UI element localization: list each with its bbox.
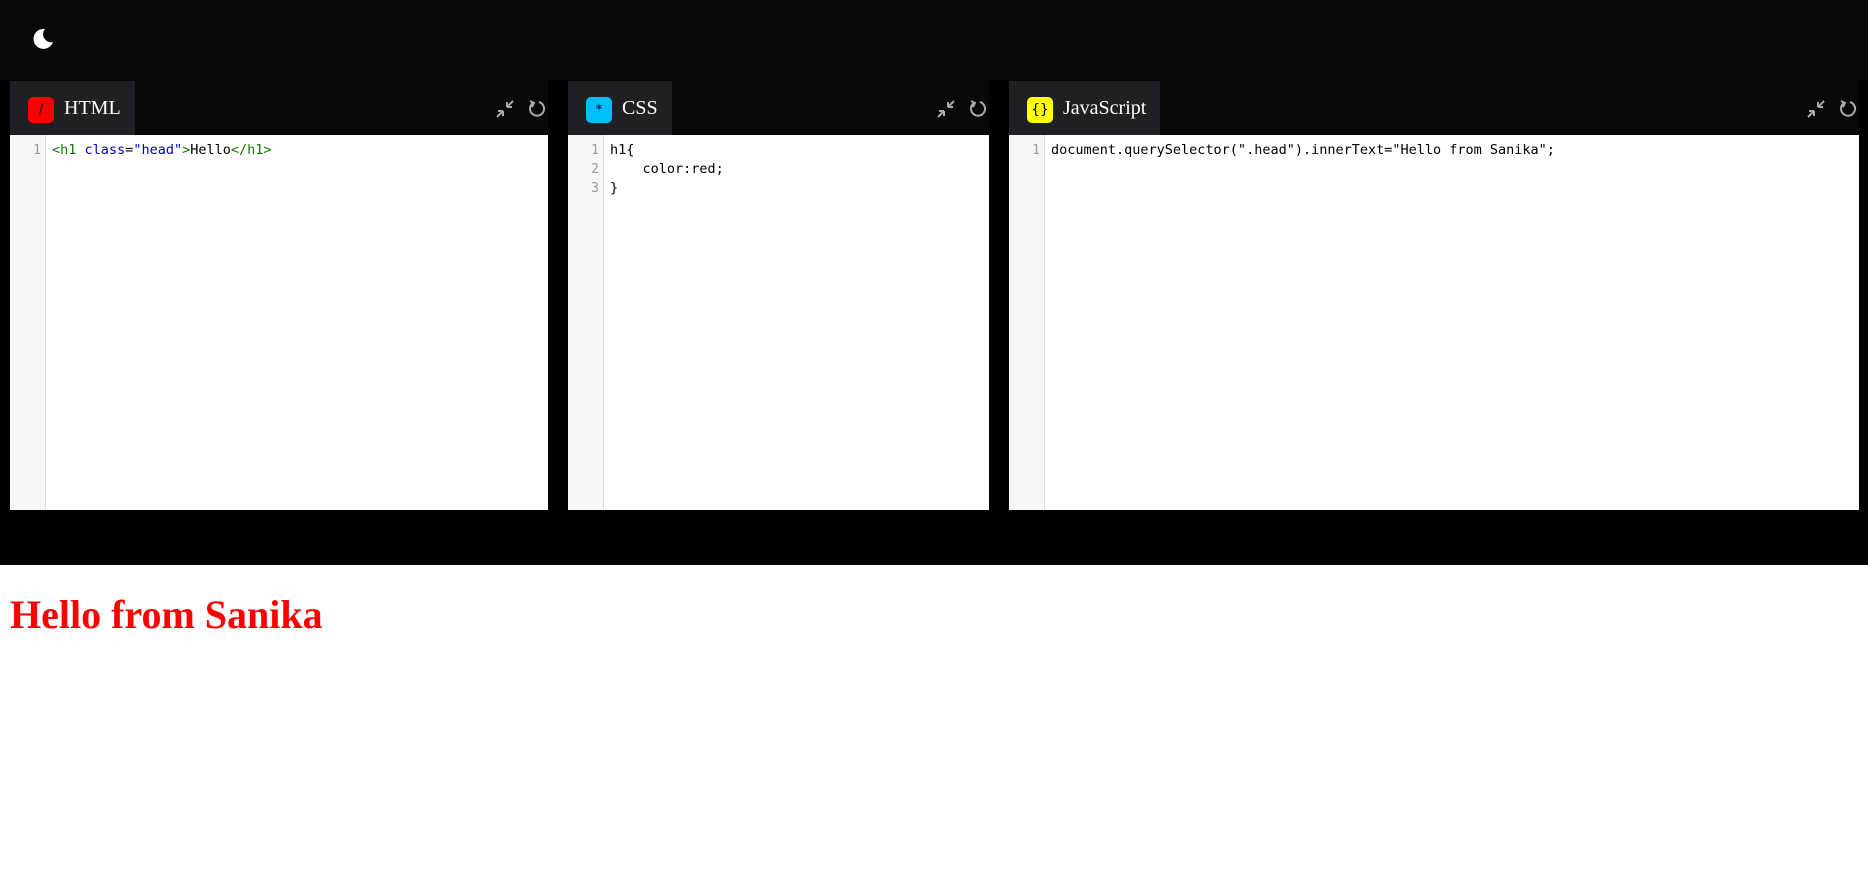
css-header-icons (935, 98, 989, 120)
css-line-gutter: 1 2 3 (568, 135, 604, 510)
js-editor-pane: {} JavaScript 1 document.querySelector("… (1009, 80, 1859, 510)
line-number: 1 (1032, 143, 1040, 158)
code-line: color:red; (610, 161, 724, 177)
reset-icon[interactable] (1837, 98, 1859, 120)
css-code-editor[interactable]: 1 2 3 h1{ color:red; } (568, 135, 989, 510)
html-editor-pane: / HTML 1 <h1 class="head">Hello</h1> (10, 80, 548, 510)
tab-javascript[interactable]: {} JavaScript (1009, 81, 1161, 135)
html-header-icons (494, 98, 548, 120)
html-line-gutter: 1 (10, 135, 46, 510)
css-badge-icon: * (586, 97, 612, 123)
code-line: } (610, 180, 619, 196)
tab-css[interactable]: * CSS (568, 81, 672, 135)
line-number: 3 (591, 181, 599, 196)
reset-icon[interactable] (967, 98, 989, 120)
html-pane-header: / HTML (10, 80, 548, 135)
js-pane-header: {} JavaScript (1009, 80, 1859, 135)
js-badge-icon: {} (1027, 97, 1053, 123)
editors-container: / HTML 1 <h1 class="head">Hello</h1> * C… (0, 80, 1868, 565)
line-number: 1 (591, 143, 599, 158)
output-preview: Hello from Sanika (0, 565, 1868, 895)
reset-icon[interactable] (526, 98, 548, 120)
js-header-icons (1805, 98, 1859, 120)
minimize-icon[interactable] (494, 98, 516, 120)
html-code-editor[interactable]: 1 <h1 class="head">Hello</h1> (10, 135, 548, 510)
line-number: 2 (591, 162, 599, 177)
tab-css-label: CSS (622, 96, 658, 119)
css-editor-pane: * CSS 1 2 3 h1{ color:red; } (568, 80, 989, 510)
js-code-editor[interactable]: 1 document.querySelector(".head").innerT… (1009, 135, 1859, 510)
tab-html-label: HTML (64, 96, 121, 119)
code-line: document.querySelector(".head").innerTex… (1051, 142, 1555, 158)
minimize-icon[interactable] (1805, 98, 1827, 120)
output-heading: Hello from Sanika (10, 592, 323, 637)
line-number: 1 (33, 143, 41, 158)
js-code: document.querySelector(".head").innerTex… (1045, 135, 1859, 510)
tab-javascript-label: JavaScript (1063, 96, 1147, 119)
top-bar (0, 0, 1868, 80)
minimize-icon[interactable] (935, 98, 957, 120)
code-line: h1{ (610, 142, 635, 158)
html-badge-icon: / (28, 97, 54, 123)
html-code: <h1 class="head">Hello</h1> (46, 135, 548, 510)
tab-html[interactable]: / HTML (10, 81, 135, 135)
css-pane-header: * CSS (568, 80, 989, 135)
code-line: <h1 class="head">Hello</h1> (52, 142, 272, 158)
js-line-gutter: 1 (1009, 135, 1045, 510)
moon-icon[interactable] (30, 26, 56, 52)
css-code: h1{ color:red; } (604, 135, 989, 510)
